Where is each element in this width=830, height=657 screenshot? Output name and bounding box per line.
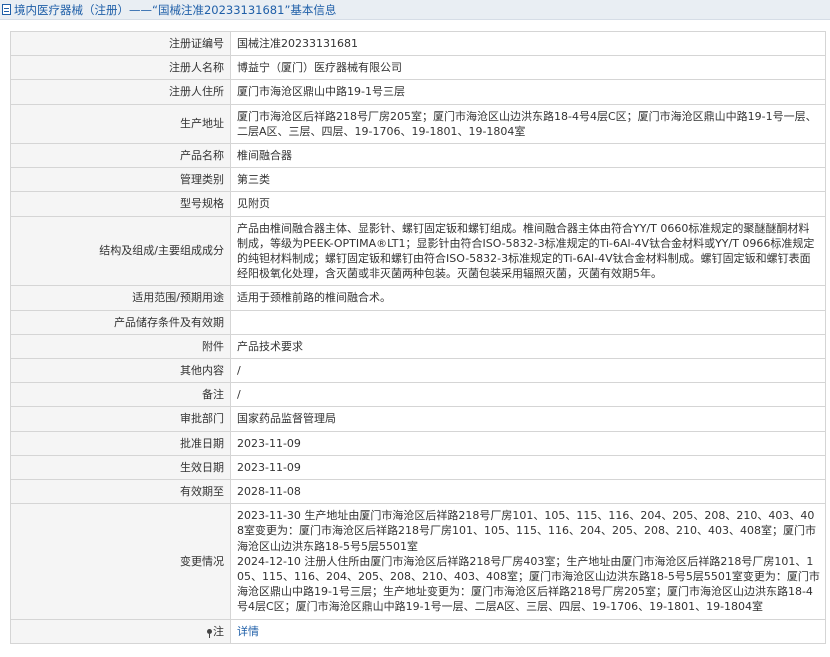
field-value: 产品由椎间融合器主体、显影针、螺钉固定钣和螺钉组成。椎间融合器主体由符合YY/T… [230,215,826,287]
field-value: 2023-11-09 [230,430,826,456]
field-value: 详情 [230,618,826,644]
table-row: 产品储存条件及有效期 [10,309,826,335]
table-row: 备注 / [10,382,826,408]
field-label: 生效日期 [10,454,231,481]
table-row-note: 注详情 [10,618,826,644]
field-value: / [230,358,826,384]
field-label: 适用范围/预期用途 [10,285,231,311]
field-label: 注册人名称 [10,55,231,81]
field-value: 国械注准20233131681 [230,30,826,57]
field-label: 审批部门 [10,406,231,432]
field-label: 产品名称 [10,143,231,169]
note-label: 注 [213,624,224,638]
field-label: 有效期至 [10,479,231,505]
field-value: 椎间融合器 [230,143,826,169]
field-value: 国家药品监督管理局 [230,406,826,432]
table-row: 适用范围/预期用途 适用于颈椎前路的椎间融合术。 [10,285,826,311]
field-label: 管理类别 [10,167,231,193]
table-row: 管理类别 第三类 [10,167,826,193]
field-value: 适用于颈椎前路的椎间融合术。 [230,285,826,311]
field-value: 见附页 [230,191,826,217]
table-row: 有效期至 2028-11-08 [10,479,826,505]
table-row: 审批部门 国家药品监督管理局 [10,406,826,432]
table-row: 变更情况 2023-11-30 生产地址由厦门市海沧区后祥路218号厂房101、1… [10,503,826,620]
details-link[interactable]: 详情 [237,625,259,638]
field-value: 博益宁（厦门）医疗器械有限公司 [230,55,826,81]
page-title: “国械注准20233131681”基本信息 [152,2,337,17]
table-row: 注册人住所 厦门市海沧区鼎山中路19-1号三层 [10,79,826,105]
field-value: 产品技术要求 [230,333,826,360]
field-label: 注册人住所 [10,79,231,105]
table-row: 型号规格 见附页 [10,191,826,217]
table-row: 其他内容 / [10,358,826,384]
field-value: 2023-11-09 [230,454,826,481]
field-value [230,309,826,335]
field-value: 第三类 [230,167,826,193]
field-value: 2023-11-30 生产地址由厦门市海沧区后祥路218号厂房101、105、1… [230,503,826,620]
breadcrumb-separator: —— [129,2,152,17]
field-value: 厦门市海沧区后祥路218号厂房205室；厦门市海沧区山边洪东路18-4号4层C区… [230,103,826,145]
field-label: 注册证编号 [10,30,231,57]
table-row: 产品名称 椎间融合器 [10,143,826,169]
field-label: 注 [10,618,231,644]
field-label: 其他内容 [10,358,231,384]
table-row: 批准日期 2023-11-09 [10,430,826,456]
detail-table: 注册证编号 国械注准20233131681 注册人名称 博益宁（厦门）医疗器械有限公司… [10,30,826,644]
field-label: 备注 [10,382,231,408]
field-label: 结构及组成/主要组成成分 [10,215,231,287]
page-header: 境内医疗器械（注册） —— “国械注准20233131681”基本信息 [0,0,830,20]
field-label: 产品储存条件及有效期 [10,309,231,335]
field-label: 型号规格 [10,191,231,217]
change-entry: 2023-11-30 生产地址由厦门市海沧区后祥路218号厂房101、105、1… [237,509,816,553]
field-value: 2028-11-08 [230,479,826,505]
table-row: 注册人名称 博益宁（厦门）医疗器械有限公司 [10,55,826,81]
table-row: 生产地址 厦门市海沧区后祥路218号厂房205室；厦门市海沧区山边洪东路18-4号… [10,103,826,145]
field-label: 变更情况 [10,503,231,620]
field-value: / [230,382,826,408]
breadcrumb-link[interactable]: 境内医疗器械（注册） [14,2,129,18]
change-entry: 2024-12-10 注册人住所由厦门市海沧区后祥路218号厂房403室；生产地… [237,554,820,614]
table-row: 结构及组成/主要组成成分 产品由椎间融合器主体、显影针、螺钉固定钣和螺钉组成。椎间… [10,215,826,287]
field-label: 附件 [10,333,231,360]
field-label: 生产地址 [10,103,231,145]
field-value: 厦门市海沧区鼎山中路19-1号三层 [230,79,826,105]
table-row: 注册证编号 国械注准20233131681 [10,30,826,57]
pin-icon [207,628,212,638]
field-label: 批准日期 [10,430,231,456]
table-row: 附件 产品技术要求 [10,333,826,360]
table-row: 生效日期 2023-11-09 [10,454,826,481]
document-icon [2,4,11,15]
